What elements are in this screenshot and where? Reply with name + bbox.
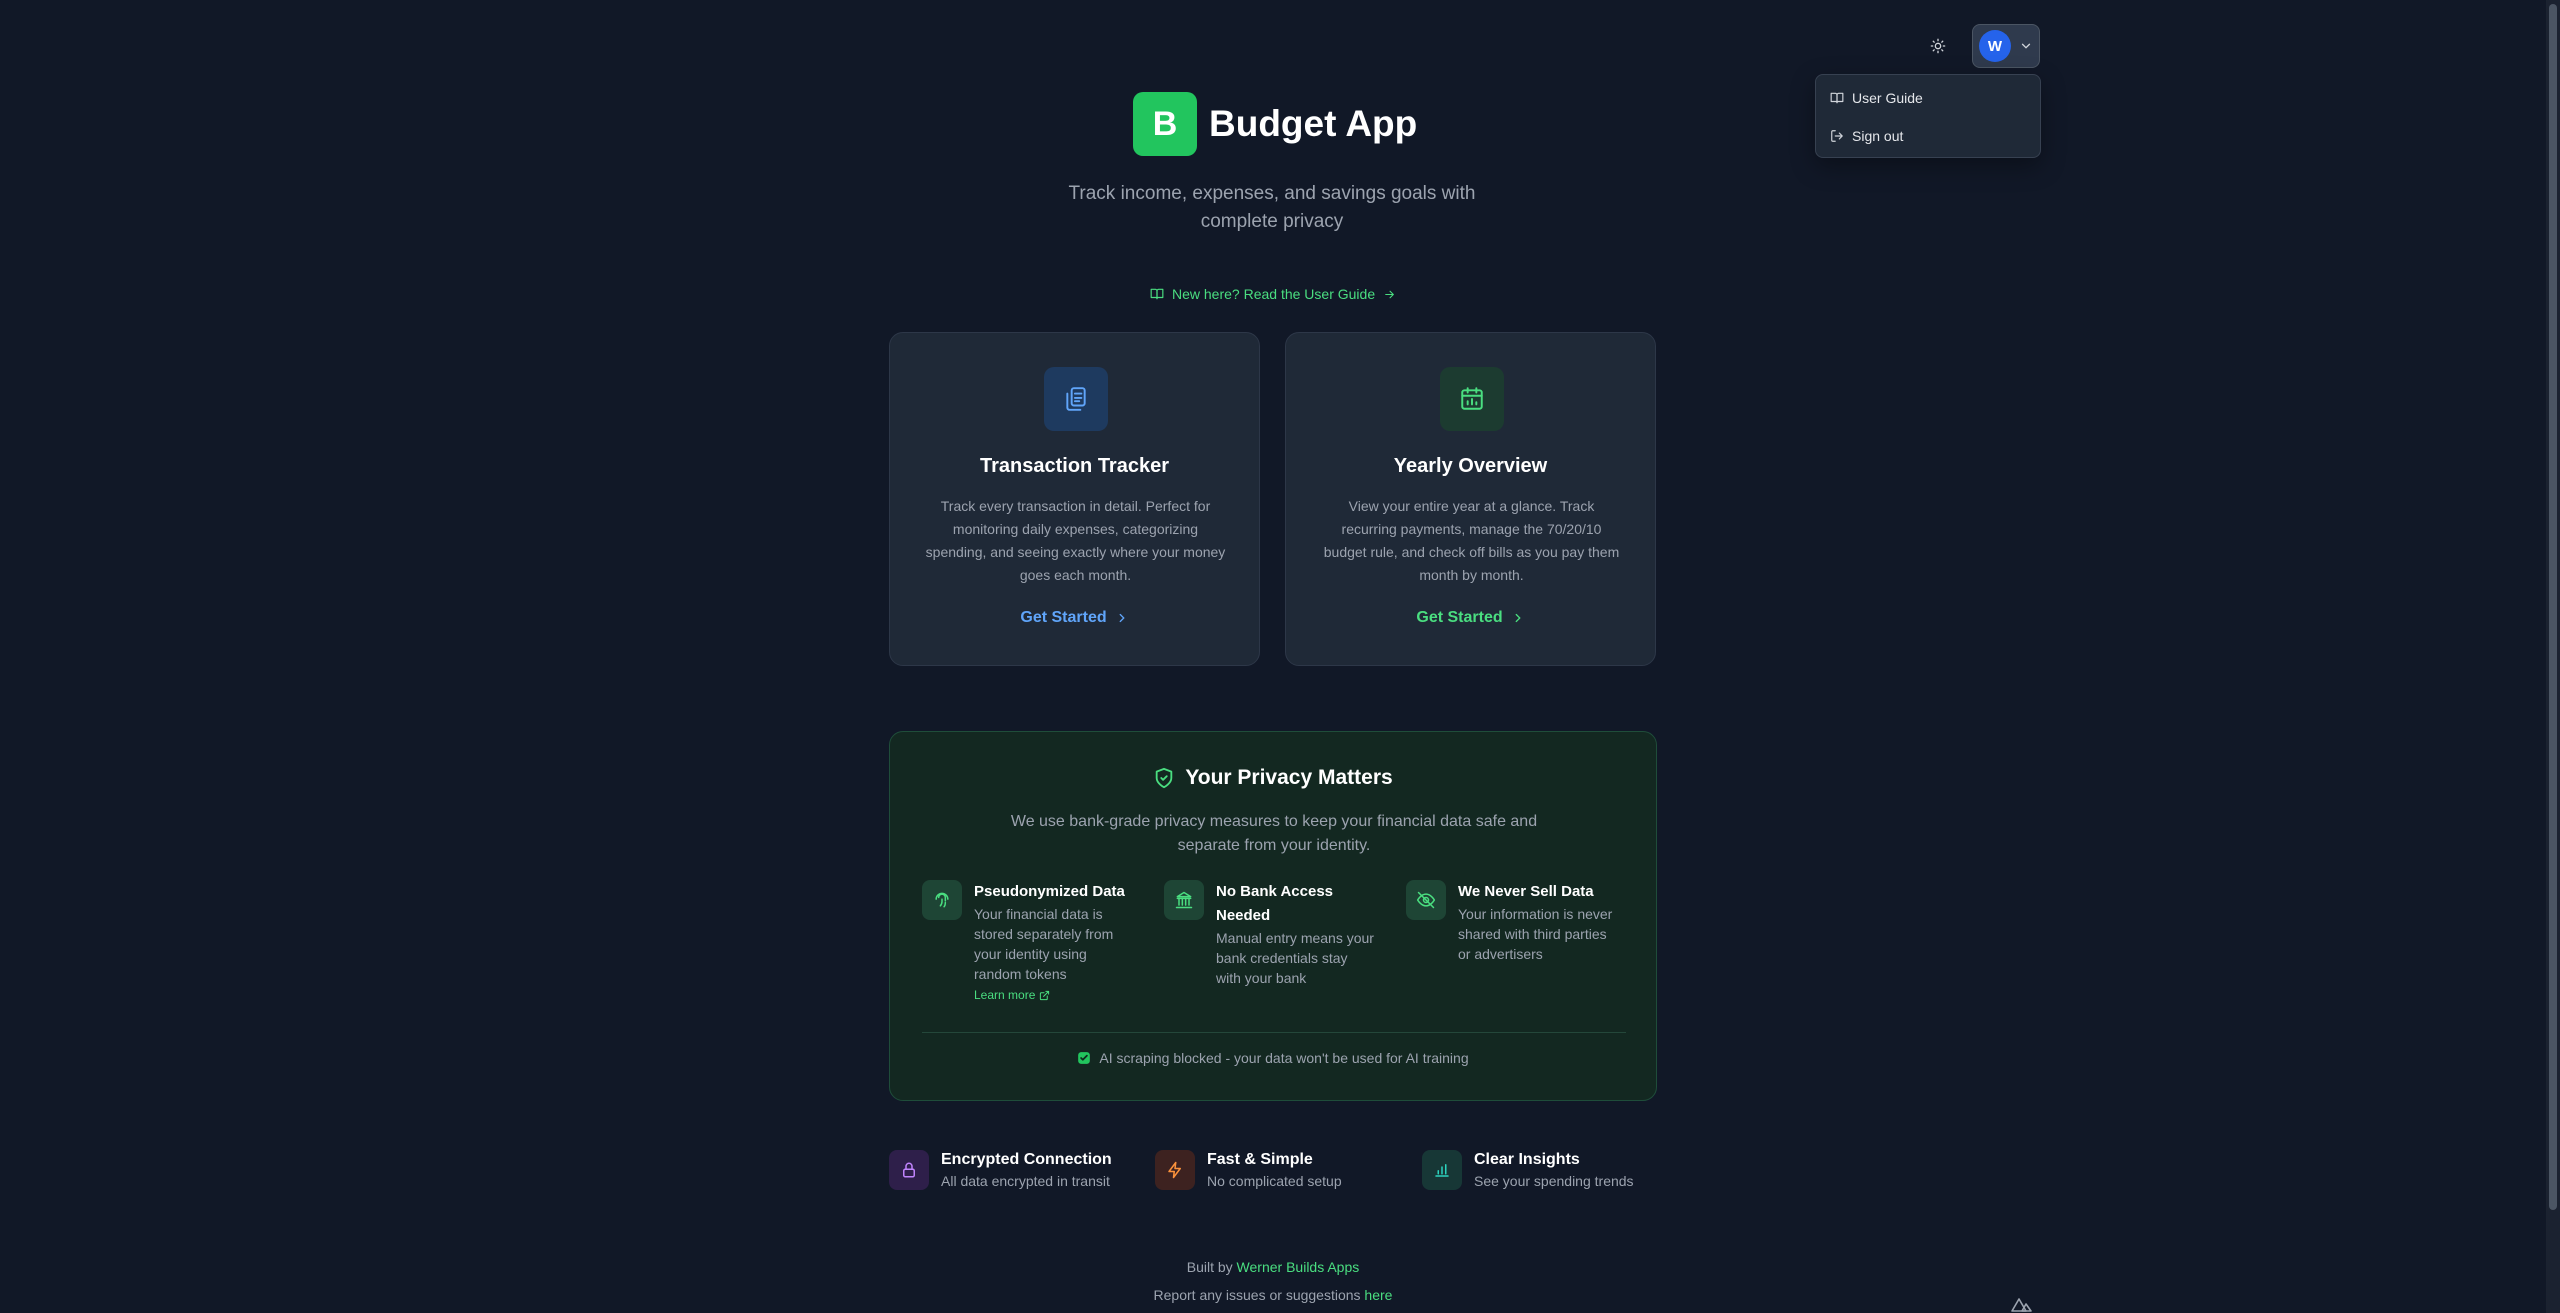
transaction-tracker-card[interactable]: Transaction Tracker Track every transact… — [889, 332, 1260, 666]
arrow-right-icon — [1385, 290, 1395, 298]
bar-chart-icon — [1422, 1150, 1462, 1190]
no-bank-access-feature: No Bank Access Needed Manual entry means… — [1164, 880, 1374, 988]
theme-toggle-button[interactable] — [1924, 32, 1952, 60]
sun-icon — [1930, 38, 1946, 54]
menu-item-label: User Guide — [1852, 90, 1923, 106]
feature-title: We Never Sell Data — [1458, 883, 1594, 900]
app-header: B Budget App — [1133, 92, 1417, 156]
card-description: Track every transaction in detail. Perfe… — [925, 498, 1226, 583]
ai-scraping-note: AI scraping blocked - your data won't be… — [890, 1050, 1656, 1066]
avatar: W — [1979, 30, 2011, 62]
privacy-description: We use bank-grade privacy measures to ke… — [1010, 813, 1538, 854]
privacy-title: Your Privacy Matters — [1185, 766, 1393, 789]
scrollbar-thumb[interactable] — [2549, 4, 2557, 1210]
nuxt-devtools-icon[interactable] — [2010, 1294, 2034, 1313]
menu-item-label: Sign out — [1852, 128, 1904, 144]
scrollbar-track[interactable] — [2546, 0, 2560, 1313]
user-guide-link[interactable]: New here? Read the User Guide — [1150, 282, 1396, 306]
menu-item-sign-out[interactable]: Sign out — [1820, 117, 2036, 155]
report-prefix: Report any issues or suggestions — [1153, 1287, 1365, 1303]
page-subtitle: Track income, expenses, and savings goal… — [1068, 183, 1476, 232]
user-dropdown-menu: User Guide Sign out — [1815, 74, 2041, 158]
feature-description: Your financial data is stored separately… — [974, 906, 1114, 982]
fingerprint-icon — [922, 880, 962, 920]
feature-title: Clear Insights — [1474, 1151, 1580, 1168]
chevron-down-icon — [2021, 43, 2031, 49]
encrypted-connection-feature: Encrypted Connection All data encrypted … — [889, 1149, 1112, 1191]
clipboard-icon — [1044, 367, 1108, 431]
eye-off-icon — [1406, 880, 1446, 920]
feature-description: No complicated setup — [1207, 1173, 1342, 1189]
footer-built-by: Built by Werner Builds Apps — [0, 1259, 2546, 1275]
transaction-get-started-button[interactable]: Get Started — [890, 609, 1259, 627]
get-started-label: Get Started — [1416, 609, 1503, 626]
shield-check-icon — [1156, 767, 1173, 789]
clear-insights-feature: Clear Insights See your spending trends — [1422, 1149, 1634, 1191]
fast-simple-feature: Fast & Simple No complicated setup — [1155, 1149, 1342, 1191]
card-title: Transaction Tracker — [980, 455, 1169, 477]
werner-builds-apps-link[interactable]: Werner Builds Apps — [1237, 1259, 1360, 1275]
feature-title: Pseudonymized Data — [974, 883, 1125, 900]
feature-description: See your spending trends — [1474, 1173, 1634, 1189]
divider — [922, 1032, 1626, 1033]
feature-title: Fast & Simple — [1207, 1151, 1313, 1168]
yearly-overview-card[interactable]: Yearly Overview View your entire year at… — [1285, 332, 1656, 666]
lightning-icon — [1155, 1150, 1195, 1190]
built-by-prefix: Built by — [1186, 1259, 1237, 1275]
feature-description: Manual entry means your bank credentials… — [1216, 930, 1374, 986]
privacy-heading: Your Privacy Matters — [890, 766, 1656, 790]
report-issues-link[interactable]: here — [1364, 1287, 1392, 1303]
card-description: View your entire year at a glance. Track… — [1323, 498, 1620, 583]
chevron-right-icon — [1515, 613, 1521, 623]
yearly-get-started-button[interactable]: Get Started — [1286, 609, 1655, 627]
pseudonymized-data-feature: Pseudonymized Data Your financial data i… — [922, 880, 1132, 1002]
lock-icon — [889, 1150, 929, 1190]
user-menu-button[interactable]: W — [1972, 24, 2040, 68]
book-icon — [1830, 92, 1844, 104]
chevron-right-icon — [1119, 613, 1125, 623]
bank-icon — [1164, 880, 1204, 920]
app-logo: B — [1133, 92, 1197, 156]
feature-title: Encrypted Connection — [941, 1151, 1112, 1168]
learn-more-link[interactable]: Learn more — [974, 988, 1132, 1002]
feature-description: All data encrypted in transit — [941, 1173, 1110, 1189]
feature-title: No Bank Access Needed — [1216, 883, 1333, 924]
menu-item-user-guide[interactable]: User Guide — [1820, 79, 2036, 117]
page-title: Budget App — [1209, 103, 1418, 144]
ai-note-text: AI scraping blocked - your data won't be… — [1099, 1050, 1469, 1066]
book-icon — [1150, 288, 1164, 300]
privacy-section: Your Privacy Matters We use bank-grade p… — [889, 731, 1657, 1101]
footer-report: Report any issues or suggestions here — [0, 1287, 2546, 1303]
calendar-icon — [1440, 367, 1504, 431]
card-title: Yearly Overview — [1393, 455, 1548, 477]
feature-description: Your information is never shared with th… — [1458, 906, 1613, 962]
check-square-icon — [1078, 1052, 1091, 1064]
external-link-icon — [1040, 990, 1050, 1000]
never-sell-data-feature: We Never Sell Data Your information is n… — [1406, 880, 1616, 964]
learn-more-label: Learn more — [974, 988, 1036, 1002]
sign-out-icon — [1831, 130, 1843, 142]
user-guide-link-label: New here? Read the User Guide — [1172, 286, 1376, 302]
get-started-label: Get Started — [1020, 609, 1107, 626]
